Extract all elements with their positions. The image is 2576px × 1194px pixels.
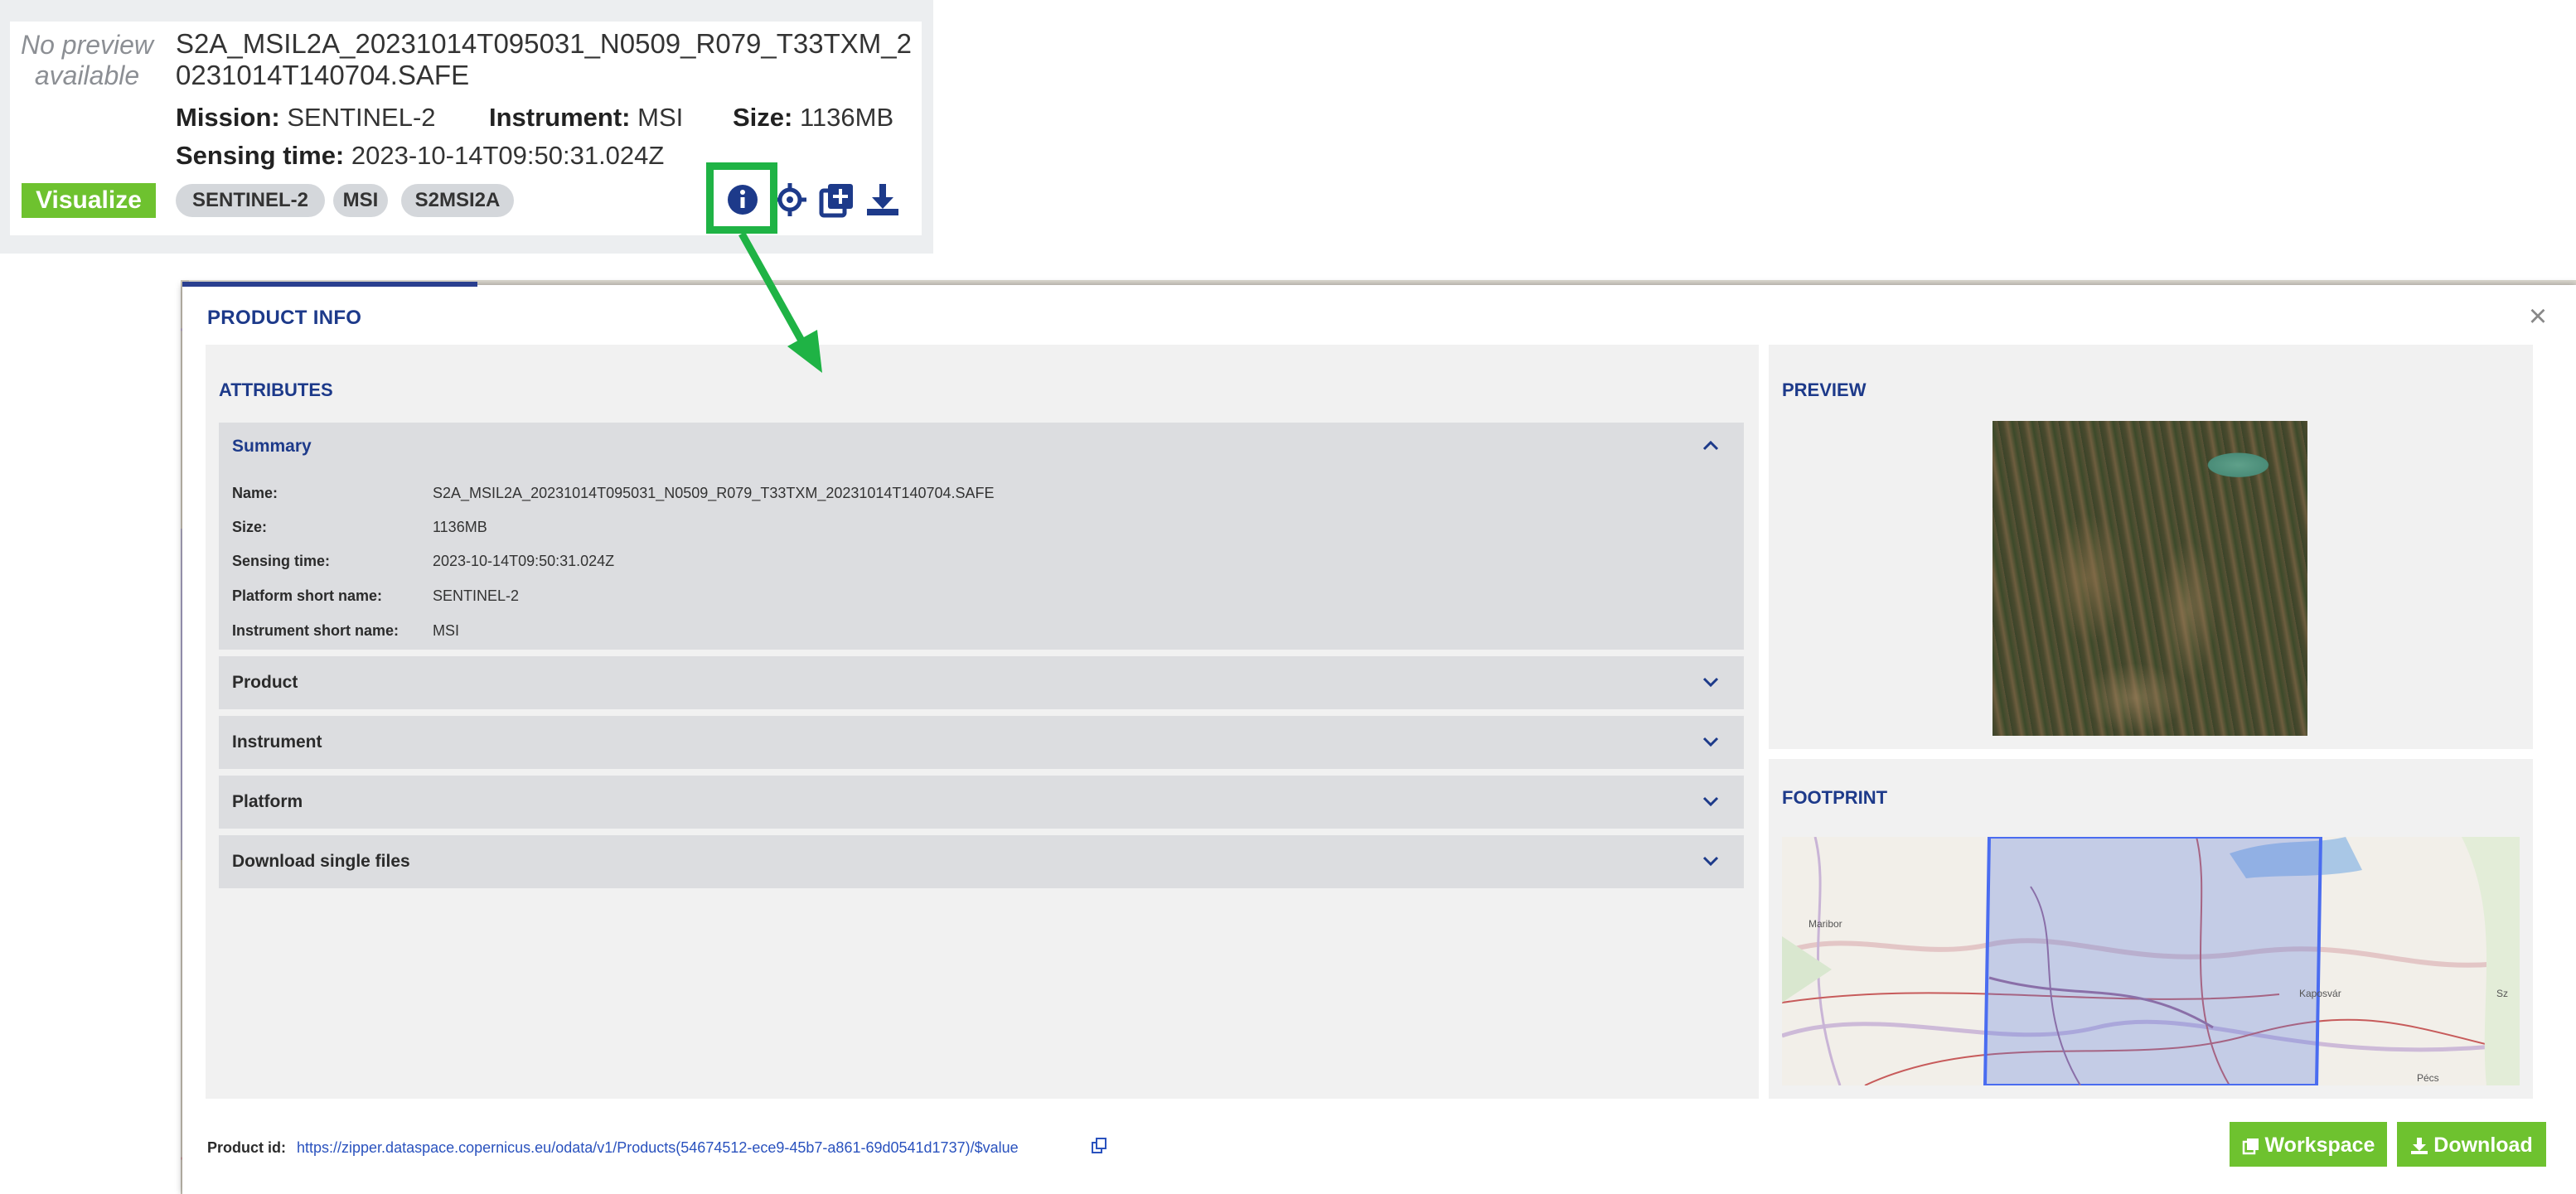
download-single-files-header[interactable]: Download single files xyxy=(232,835,410,888)
footprint-map[interactable]: Maribor Kaposvár Pécs Sz xyxy=(1782,837,2520,1085)
footprint-title: FOOTPRINT xyxy=(1782,787,1888,808)
map-label-sz: Sz xyxy=(2496,988,2509,999)
chevron-down-icon[interactable] xyxy=(1702,796,1719,808)
accordion-summary: Summary Name: S2A_MSIL2A_20231014T095031… xyxy=(219,423,1744,650)
download-icon xyxy=(2411,1138,2428,1155)
platform-header[interactable]: Platform xyxy=(232,776,303,829)
accordion-platform[interactable]: Platform xyxy=(219,776,1744,829)
accordion-instrument[interactable]: Instrument xyxy=(219,716,1744,769)
product-id-link[interactable]: https://zipper.dataspace.copernicus.eu/o… xyxy=(297,1139,1019,1157)
size-label: Size: xyxy=(733,103,793,132)
info-highlight-box xyxy=(706,162,777,234)
map-label-maribor: Maribor xyxy=(1809,918,1842,930)
download-button-label: Download xyxy=(2433,1134,2533,1157)
no-preview-placeholder: No preview available xyxy=(20,30,154,90)
add-to-workspace-icon[interactable] xyxy=(818,181,856,219)
workspace-button-label: Workspace xyxy=(2264,1134,2375,1157)
download-button[interactable]: Download xyxy=(2397,1122,2546,1167)
accordion-download-single-files[interactable]: Download single files xyxy=(219,835,1744,888)
size-row: Size: 1136MB xyxy=(733,103,893,133)
instrument-row: Instrument: MSI xyxy=(489,103,683,133)
chevron-down-icon[interactable] xyxy=(1702,856,1719,868)
modal-top-accent xyxy=(182,282,477,287)
preview-title: PREVIEW xyxy=(1782,379,1867,400)
workspace-button[interactable]: Workspace xyxy=(2230,1122,2387,1167)
product-name: S2A_MSIL2A_20231014T095031_N0509_R079_T3… xyxy=(176,28,912,90)
summary-value-instrument: MSI xyxy=(433,622,460,639)
tag-instrument: MSI xyxy=(333,184,388,217)
tag-product-type: S2MSI2A xyxy=(401,184,514,217)
instrument-label: Instrument: xyxy=(489,103,631,132)
mission-label: Mission: xyxy=(176,103,280,132)
summary-value-name: S2A_MSIL2A_20231014T095031_N0509_R079_T3… xyxy=(433,485,995,501)
attributes-panel: ATTRIBUTES Summary Name: S2A_MSIL2A_2023… xyxy=(206,345,1759,1099)
attributes-title: ATTRIBUTES xyxy=(219,379,333,400)
visualize-button[interactable]: Visualize xyxy=(22,183,156,218)
mission-row: Mission: SENTINEL-2 xyxy=(176,103,436,133)
instrument-value: MSI xyxy=(637,103,684,132)
product-header[interactable]: Product xyxy=(232,656,298,709)
footprint-map-drawing xyxy=(1782,837,2520,1085)
chevron-down-icon[interactable] xyxy=(1702,737,1719,748)
download-icon[interactable] xyxy=(864,181,902,219)
close-icon[interactable]: × xyxy=(2521,300,2554,333)
sensing-label: Sensing time: xyxy=(176,141,345,170)
summary-label-platform: Platform short name: xyxy=(232,587,383,604)
summary-value-platform: SENTINEL-2 xyxy=(433,587,520,604)
sensing-value: 2023-10-14T09:50:31.024Z xyxy=(351,141,665,170)
modal-title: PRODUCT INFO xyxy=(207,307,362,329)
chevron-down-icon[interactable] xyxy=(1702,677,1719,689)
summary-value-sensing-time: 2023-10-14T09:50:31.024Z xyxy=(433,553,615,569)
sensing-row: Sensing time: 2023-10-14T09:50:31.024Z xyxy=(176,141,664,171)
preview-thumbnail xyxy=(1993,421,2307,736)
map-label-pecs: Pécs xyxy=(2417,1072,2439,1084)
product-id-label: Product id: xyxy=(207,1139,286,1156)
instrument-header[interactable]: Instrument xyxy=(232,716,322,769)
chevron-up-icon[interactable] xyxy=(1702,439,1719,451)
size-value: 1136MB xyxy=(799,103,894,132)
summary-value-size: 1136MB xyxy=(433,519,487,535)
summary-label-instrument: Instrument short name: xyxy=(232,622,399,639)
copy-icon[interactable] xyxy=(1090,1137,1108,1155)
mission-value: SENTINEL-2 xyxy=(287,103,436,132)
summary-label-name: Name: xyxy=(232,485,278,501)
summary-label-size: Size: xyxy=(232,519,268,535)
summary-header[interactable]: Summary xyxy=(232,423,312,471)
summary-label-sensing-time: Sensing time: xyxy=(232,553,331,569)
tag-mission: SENTINEL-2 xyxy=(176,184,325,217)
accordion-product[interactable]: Product xyxy=(219,656,1744,709)
workspace-icon xyxy=(2242,1138,2259,1155)
map-label-kaposvar: Kaposvár xyxy=(2299,988,2341,999)
